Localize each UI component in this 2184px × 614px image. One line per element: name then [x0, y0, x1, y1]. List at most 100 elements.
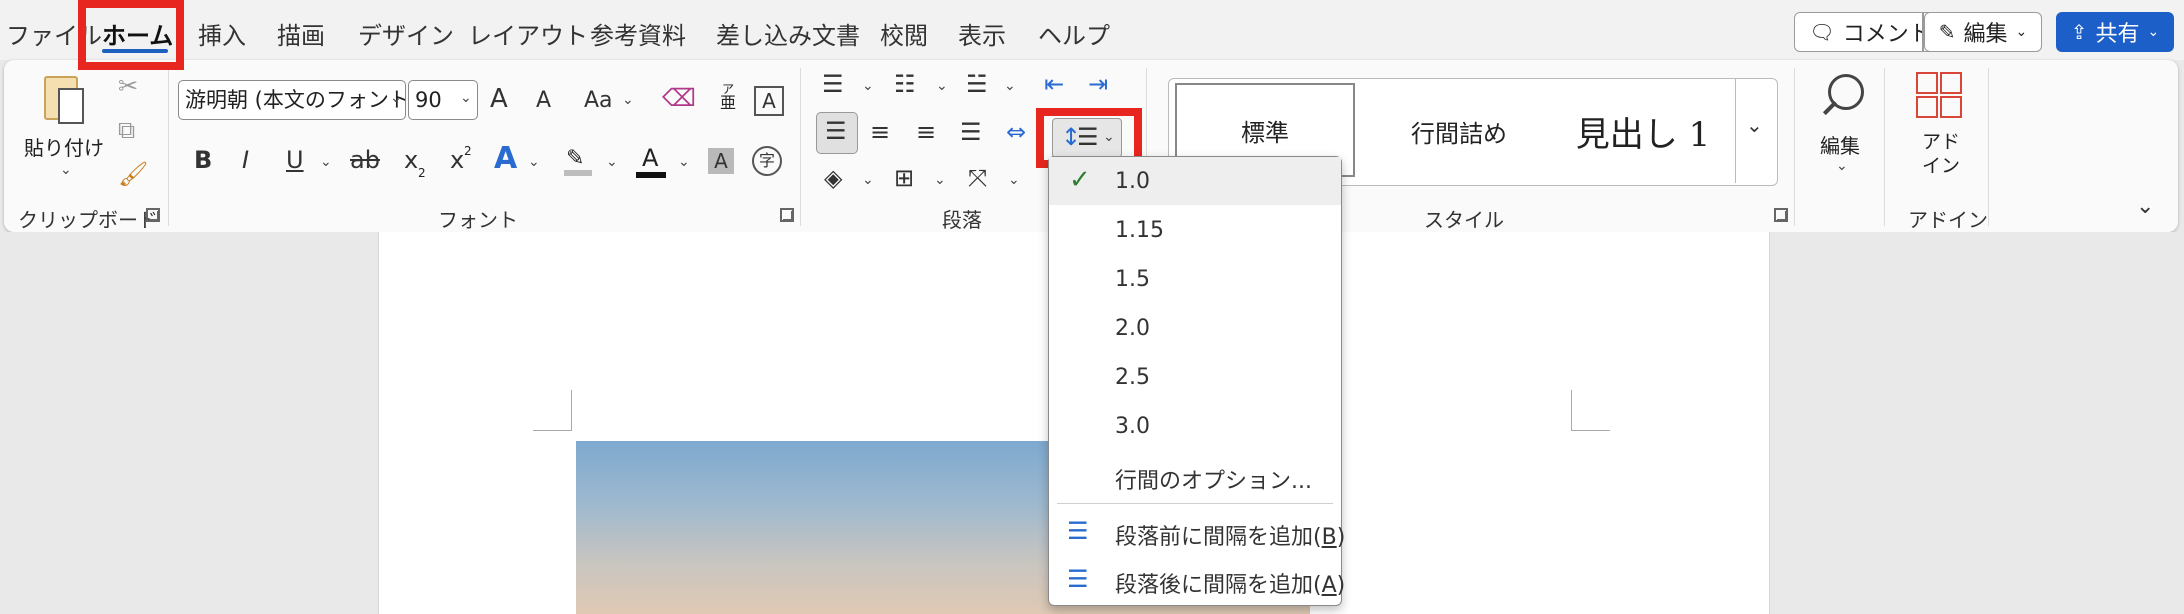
font-group-label: フォント: [438, 208, 518, 232]
line-spacing-option-3-0[interactable]: 3.0: [1049, 402, 1341, 450]
text-effects-icon[interactable]: A: [494, 144, 517, 174]
chevron-down-icon: ⌄: [1836, 158, 1848, 174]
line-spacing-options-item[interactable]: 行間のオプション...: [1049, 451, 1341, 499]
font-color-icon[interactable]: A: [636, 144, 666, 178]
add-space-before-item[interactable]: ☰ 段落前に間隔を追加(B): [1049, 507, 1345, 555]
paste-icon: [42, 70, 84, 124]
margin-corner-tr: [1571, 390, 1610, 431]
chevron-down-icon: ⌄: [2015, 24, 2028, 40]
superscript-icon[interactable]: x: [450, 148, 464, 172]
italic-icon[interactable]: I: [242, 148, 249, 172]
group-divider: [1988, 68, 1989, 226]
margin-corner-tl: [533, 390, 572, 431]
underline-icon[interactable]: U: [286, 148, 304, 172]
borders-icon[interactable]: ⊞: [894, 166, 914, 190]
add-space-after-item[interactable]: ☰ 段落後に間隔を追加(A): [1049, 555, 1345, 603]
addins-button[interactable]: アド イン: [1916, 130, 1966, 178]
distributed-icon[interactable]: ⇔: [1006, 120, 1026, 144]
menu-draw[interactable]: 描画: [277, 16, 325, 51]
group-divider: [1794, 68, 1795, 226]
chevron-down-icon: ⌄: [528, 154, 540, 170]
menu-design[interactable]: デザイン: [358, 16, 454, 51]
subscript-icon[interactable]: x: [404, 148, 418, 172]
phonetic-guide-icon[interactable]: ア 亜: [716, 82, 740, 111]
addins-icon[interactable]: [1916, 72, 1962, 118]
bold-icon[interactable]: B: [194, 148, 212, 172]
style-heading-1[interactable]: 見出し 1: [1555, 79, 1731, 183]
line-spacing-option-2-5[interactable]: 2.5: [1049, 353, 1341, 401]
copy-icon[interactable]: ⧉: [118, 118, 135, 142]
cut-icon[interactable]: ✂: [118, 74, 138, 98]
align-left-button[interactable]: ☰: [816, 112, 858, 154]
increase-indent-icon[interactable]: ⇥: [1088, 72, 1108, 96]
change-case-icon[interactable]: Aa: [584, 90, 613, 112]
font-name-combo[interactable]: 游明朝 (本文のフォント: [178, 80, 406, 120]
format-painter-icon[interactable]: 🖌: [118, 162, 148, 186]
numbering-icon[interactable]: ☷: [894, 72, 916, 96]
align-right-icon[interactable]: ≡: [916, 120, 936, 144]
space-after-icon: ☰: [1067, 565, 1089, 593]
chevron-down-icon: ⌄: [622, 92, 634, 108]
clear-formatting-icon[interactable]: ⌫: [662, 86, 696, 110]
line-spacing-option-1-15[interactable]: 1.15: [1049, 206, 1341, 254]
shading-icon[interactable]: ◈: [824, 166, 842, 190]
align-center-icon[interactable]: ≡: [870, 120, 890, 144]
char-border-icon[interactable]: A: [754, 86, 784, 116]
editing-button[interactable]: [1818, 70, 1874, 128]
checkmark-icon: ✓: [1069, 165, 1091, 195]
chevron-down-icon: ⌄: [2147, 24, 2160, 40]
addins-group-label: アドイン: [1908, 208, 1988, 232]
paste-button[interactable]: 貼り付け: [24, 132, 104, 161]
style-no-spacing[interactable]: 行間詰め: [1369, 79, 1549, 183]
grow-font-icon[interactable]: A: [490, 86, 508, 112]
share-icon: ⇪: [2070, 20, 2088, 44]
chevron-down-icon: ⌄: [390, 90, 402, 106]
line-spacing-option-1-0[interactable]: ✓ 1.0: [1049, 157, 1341, 205]
asian-layout-icon[interactable]: ⤧: [968, 166, 987, 190]
editing-label: 編集: [1820, 134, 1860, 158]
strikethrough-icon[interactable]: ab: [350, 148, 380, 172]
chevron-down-icon: ⌄: [862, 78, 874, 94]
font-launcher-icon[interactable]: [780, 208, 794, 222]
group-divider: [800, 68, 801, 226]
collapse-ribbon-icon[interactable]: ⌄: [2136, 196, 2154, 218]
chevron-down-icon: ⌄: [1004, 78, 1016, 94]
group-divider: [1884, 68, 1885, 226]
char-shading-icon[interactable]: A: [708, 148, 734, 174]
decrease-indent-icon[interactable]: ⇤: [1044, 72, 1064, 96]
menu-insert[interactable]: 挿入: [198, 16, 246, 51]
subscript-mark: 2: [418, 166, 426, 180]
bullets-icon[interactable]: ☰: [822, 72, 844, 96]
menu-layout[interactable]: レイアウト: [468, 16, 588, 51]
home-tab-highlight: [78, 0, 184, 70]
chevron-down-icon: ⌄: [862, 172, 874, 188]
chevron-down-icon: ⌄: [1008, 172, 1020, 188]
group-divider: [168, 68, 169, 226]
share-button[interactable]: ⇪ 共有 ⌄: [2056, 12, 2174, 52]
line-spacing-option-2-0[interactable]: 2.0: [1049, 304, 1341, 352]
clipboard-launcher-icon[interactable]: [146, 208, 160, 222]
style-gallery-more-button[interactable]: ⌄: [1735, 79, 1776, 183]
enclose-char-icon[interactable]: 字: [752, 146, 782, 176]
justify-icon[interactable]: ☰: [960, 120, 982, 144]
styles-launcher-icon[interactable]: [1774, 208, 1788, 222]
menu-help[interactable]: ヘルプ: [1038, 16, 1110, 51]
multilevel-list-icon[interactable]: ☱: [966, 72, 988, 96]
styles-group-label: スタイル: [1424, 208, 1504, 232]
edit-mode-button[interactable]: ✎ 編集 ⌄: [1924, 12, 2042, 52]
superscript-mark: 2: [464, 144, 472, 158]
menu-mailings[interactable]: 差し込み文書: [716, 16, 860, 51]
comment-icon: 🗨: [1809, 20, 1835, 44]
highlight-color-icon[interactable]: ✎: [564, 146, 592, 176]
shrink-font-icon[interactable]: A: [536, 90, 551, 112]
align-left-icon: ☰: [825, 117, 847, 145]
line-spacing-menu: ✓ 1.0 1.15 1.5 2.0 2.5 3.0 行間のオプション... ☰…: [1048, 156, 1345, 606]
line-spacing-option-1-5[interactable]: 1.5: [1049, 255, 1341, 303]
paste-chevron-icon[interactable]: ⌄: [60, 162, 72, 178]
chevron-down-icon: ⌄: [934, 172, 946, 188]
chevron-down-icon: ⌄: [460, 90, 472, 106]
chevron-down-icon: ⌄: [936, 78, 948, 94]
menu-references[interactable]: 参考資料: [590, 16, 686, 51]
menu-review[interactable]: 校閲: [880, 16, 928, 51]
menu-view[interactable]: 表示: [958, 16, 1006, 51]
